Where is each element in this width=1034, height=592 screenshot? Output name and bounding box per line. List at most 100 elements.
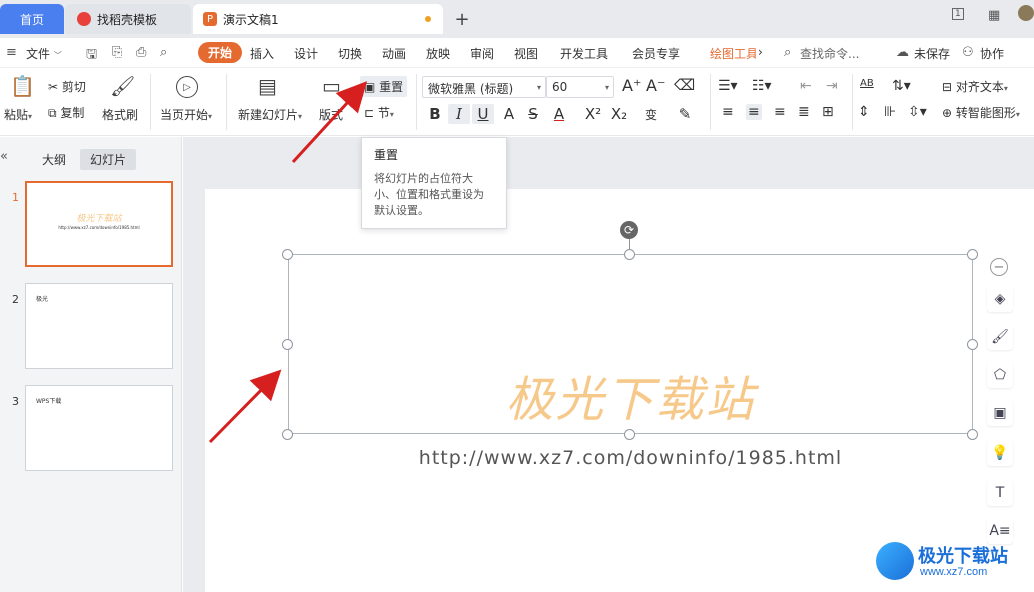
decrease-font-icon[interactable]: A⁻ xyxy=(646,76,665,95)
slide-title[interactable]: 极光下载站 xyxy=(288,360,973,430)
preview-icon[interactable]: ⌕ xyxy=(160,45,167,60)
menu-item-slideshow[interactable]: 放映 xyxy=(426,45,450,62)
underline-icon[interactable]: U xyxy=(472,104,494,124)
rotate-icon[interactable]: ⟳ xyxy=(620,221,638,239)
format-painter-icon[interactable]: 🖌 xyxy=(110,74,135,98)
fill-icon[interactable]: ⬠ xyxy=(987,362,1013,388)
resize-handle[interactable] xyxy=(967,249,978,260)
italic-icon[interactable]: I xyxy=(448,104,470,124)
menu-item-view[interactable]: 视图 xyxy=(514,45,538,62)
chevron-down-icon: ▾ xyxy=(604,83,609,92)
collapse-toolbar-icon[interactable]: − xyxy=(990,258,1008,276)
menu-item-developer[interactable]: 开发工具 xyxy=(560,45,608,62)
superscript-icon[interactable]: X² xyxy=(582,104,604,124)
columns-icon[interactable]: ⊪ xyxy=(884,104,896,120)
slide-thumbnail-1[interactable]: 极光下载站 http://www.xz7.com/downinfo/1985.h… xyxy=(25,181,173,267)
eraser-icon[interactable]: ⌫ xyxy=(674,76,695,94)
paste-icon[interactable]: 📋 xyxy=(10,74,35,98)
align-text-button[interactable]: ⊟ 对齐文本▾ xyxy=(942,78,1008,95)
cut-button[interactable]: ✂ 剪切 xyxy=(48,78,86,95)
user-add-icon: ⚇ xyxy=(962,45,974,60)
slide-thumbnail-2[interactable]: 极光 xyxy=(25,283,173,369)
add-tab-button[interactable]: + xyxy=(452,4,472,34)
tab-outline[interactable]: 大纲 xyxy=(32,149,76,170)
presentation-icon: P xyxy=(203,12,217,26)
menu-item-insert[interactable]: 插入 xyxy=(250,45,274,62)
menu-file[interactable]: 文件 ﹀ xyxy=(26,45,62,62)
tab-home[interactable]: 首页 xyxy=(0,4,64,34)
start-from-current-button[interactable]: 当页开始▾ xyxy=(160,106,212,123)
new-slide-icon[interactable]: ▤ xyxy=(258,74,277,98)
align-center-icon[interactable]: ≡ xyxy=(746,104,762,120)
paste-button[interactable]: 粘贴▾ xyxy=(4,106,32,123)
menu-item-transition[interactable]: 切换 xyxy=(338,45,362,62)
align-left-icon[interactable]: ≡ xyxy=(722,104,734,120)
subscript-icon[interactable]: X₂ xyxy=(608,104,630,124)
save-icon[interactable]: 🖫 xyxy=(86,45,97,67)
distribute-icon[interactable]: ⊞ xyxy=(822,104,834,120)
thumb-title: 极光下载站 xyxy=(76,214,122,224)
export-icon[interactable]: ⎘ xyxy=(112,45,122,60)
tab-slides[interactable]: 幻灯片 xyxy=(80,149,137,170)
menu-item-review[interactable]: 审阅 xyxy=(470,45,494,62)
font-name-select[interactable]: 微软雅黑 (标题) ▾ xyxy=(422,76,546,98)
paragraph-spacing-icon[interactable]: ⇳▾ xyxy=(908,104,927,120)
tab-document[interactable]: P 演示文稿1 xyxy=(193,4,443,34)
format-painter-button[interactable]: 格式刷 xyxy=(102,106,138,123)
text-box-icon[interactable]: T xyxy=(987,480,1013,506)
menu-item-member[interactable]: 会员专享 xyxy=(632,45,680,62)
resize-handle[interactable] xyxy=(967,339,978,350)
border-icon[interactable]: ▣ xyxy=(987,400,1013,426)
resize-handle[interactable] xyxy=(282,339,293,350)
cloud-icon: ☁ xyxy=(896,45,909,60)
idea-icon[interactable]: 💡 xyxy=(987,440,1013,466)
decrease-indent-icon[interactable]: ⇤ xyxy=(800,78,812,94)
tab-template-label: 找稻壳模板 xyxy=(97,12,158,27)
brush-icon[interactable]: 🖌 xyxy=(987,324,1013,350)
layers-icon[interactable]: ◈ xyxy=(987,286,1013,312)
font-size-select[interactable]: 60 ▾ xyxy=(546,76,614,98)
bullet-list-icon[interactable]: ☰▾ xyxy=(718,78,738,94)
resize-handle[interactable] xyxy=(282,249,293,260)
font-color-icon[interactable]: A xyxy=(548,104,570,124)
line-spacing-icon[interactable]: ⇕ xyxy=(858,104,870,120)
tab-template[interactable]: 找稻壳模板 xyxy=(65,4,191,34)
menu-item-drawing-tools[interactable]: 绘图工具 xyxy=(710,45,756,62)
window-mode-icon[interactable]: 1 xyxy=(952,8,964,20)
more-menu-button[interactable]: › xyxy=(758,45,763,59)
slide-subtitle[interactable]: http://www.xz7.com/downinfo/1985.html xyxy=(288,447,973,469)
command-search-input[interactable]: 查找命令... xyxy=(800,45,859,62)
slide-thumbnail-3[interactable]: WPS下载 xyxy=(25,385,173,471)
increase-indent-icon[interactable]: ⇥ xyxy=(826,78,838,94)
slide-number: 3 xyxy=(12,395,19,408)
scissors-icon: ✂ xyxy=(48,80,59,94)
unsaved-status[interactable]: 未保存 xyxy=(914,45,950,62)
align-right-icon[interactable]: ≡ xyxy=(774,104,786,120)
menu-item-animation[interactable]: 动画 xyxy=(382,45,406,62)
numbered-list-icon[interactable]: ☷▾ xyxy=(752,78,772,94)
strikethrough-icon[interactable]: S xyxy=(522,104,544,124)
hamburger-icon[interactable]: ≡ xyxy=(6,45,17,60)
phonetic-icon[interactable]: 变 xyxy=(640,104,662,124)
play-icon[interactable]: ▷ xyxy=(176,76,198,98)
sort-icon[interactable]: ⇅▾ xyxy=(892,78,911,94)
collapse-panel-button[interactable]: « xyxy=(0,149,8,164)
copy-button[interactable]: ⧉ 复制 xyxy=(48,104,84,121)
ribbon-toolbar: 📋 粘贴▾ ✂ 剪切 ⧉ 复制 🖌 格式刷 ▷ 当页开始▾ ▤ 新建幻灯片▾ ▭… xyxy=(0,68,1034,136)
grid-icon[interactable]: ▦ xyxy=(988,8,1000,23)
text-shadow-icon[interactable]: A xyxy=(498,104,520,124)
increase-font-icon[interactable]: A⁺ xyxy=(622,76,641,95)
highlight-color-icon[interactable]: ✎ xyxy=(674,104,696,124)
menu-item-design[interactable]: 设计 xyxy=(294,45,318,62)
resize-handle[interactable] xyxy=(624,429,635,440)
bold-icon[interactable]: B xyxy=(424,104,446,124)
resize-handle[interactable] xyxy=(624,249,635,260)
resize-handle[interactable] xyxy=(967,429,978,440)
text-direction-icon[interactable]: AB xyxy=(860,78,874,89)
print-icon[interactable]: ⎙ xyxy=(136,45,146,60)
justify-icon[interactable]: ≣ xyxy=(798,104,810,120)
smart-shape-button[interactable]: ⊕ 转智能图形▾ xyxy=(942,104,1020,121)
avatar[interactable] xyxy=(1018,5,1034,21)
collab-button[interactable]: 协作 xyxy=(980,45,1004,62)
menu-item-start[interactable]: 开始 xyxy=(198,42,243,63)
